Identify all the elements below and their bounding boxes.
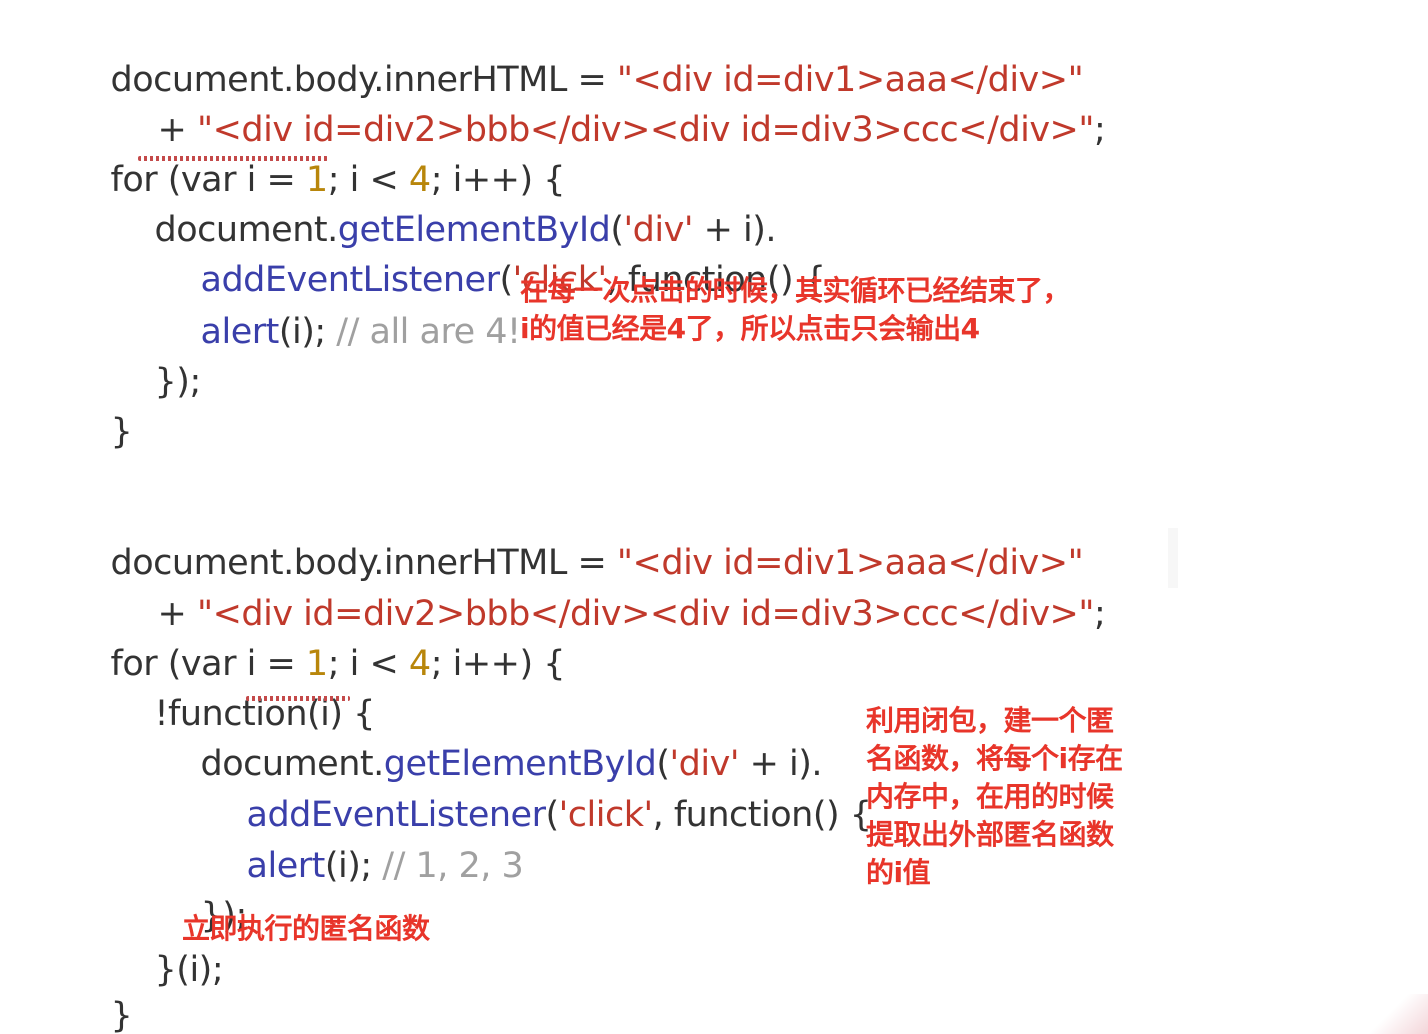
code-text: ; i++) {: [430, 644, 566, 684]
code-line: alert(i); // 1, 2, 3: [204, 800, 524, 886]
code-line: addEventListener('click', function() {: [204, 749, 873, 835]
annotation-line: 立即执行的匿名函数: [182, 912, 430, 945]
code-function: alert: [246, 846, 326, 886]
code-line: + "<div id=div2>bbb</div><div id=div3>cc…: [115, 64, 1106, 150]
code-line: });: [158, 850, 248, 936]
annotation-line: 内存中，在用的时候: [866, 780, 1114, 813]
code-text: (i);: [278, 312, 337, 352]
code-screenshot: document.body.innerHTML = "<div id=div1>…: [0, 0, 1428, 1034]
code-line: addEventListener('click', function() {: [158, 214, 827, 300]
code-line: document.body.innerHTML = "<div id=div1>…: [68, 14, 1084, 100]
code-comment: // all are 4!: [336, 312, 521, 352]
code-line: alert(i); // all are 4!: [158, 266, 522, 352]
annotation-line: 在每一次点击的时候，其实循环已经结束了，: [520, 274, 1071, 307]
code-line: !function(i) {: [112, 648, 376, 734]
code-text: (i);: [324, 846, 383, 886]
background-smudge: [1168, 528, 1178, 588]
code-line: + "<div id=div2>bbb</div><div id=div3>cc…: [115, 548, 1106, 634]
code-line: document.body.innerHTML = "<div id=div1>…: [68, 497, 1084, 583]
annotation-line: 利用闭包，建一个匿: [866, 704, 1114, 737]
code-line: }: [68, 366, 133, 452]
code-comment: // 1, 2, 3: [382, 846, 524, 886]
code-line: document.getElementById('div' + i).: [112, 164, 777, 250]
annotation-line: 名函数，将每个i存在: [866, 742, 1123, 775]
code-string: 'click': [558, 795, 653, 835]
code-function: alert: [200, 312, 280, 352]
annotation-note: 利用闭包，建一个匿 名函数，将每个i存在 内存中，在用的时候 提取出外部匿名函数…: [866, 702, 1123, 892]
underline-squiggle: [138, 156, 328, 161]
code-text: }: [110, 996, 133, 1034]
code-number: 4: [408, 644, 431, 684]
annotation-line: 的i值: [866, 856, 931, 889]
code-text: (: [545, 795, 559, 835]
corner-edge: [1368, 994, 1428, 1034]
code-line: });: [112, 316, 202, 402]
code-line: document.getElementById('div' + i).: [158, 698, 823, 784]
code-text: ;: [1093, 594, 1106, 634]
code-text: ;: [1093, 110, 1106, 150]
code-text: }: [110, 412, 133, 452]
code-line: for (var i = 1; i < 4; i++) {: [68, 598, 566, 684]
annotation-note-inline: 立即执行的匿名函数: [182, 910, 430, 948]
annotation-line: 提取出外部匿名函数: [866, 818, 1114, 851]
annotation-note: 在每一次点击的时候，其实循环已经结束了， i的值已经是4了，所以点击只会输出4: [520, 272, 1071, 348]
code-text: });: [154, 362, 202, 402]
annotation-line: i的值已经是4了，所以点击只会输出4: [520, 312, 980, 345]
code-text: }(i);: [154, 950, 224, 990]
code-text: , function() {: [652, 795, 872, 835]
code-line: for (var i = 1; i < 4; i++) {: [68, 114, 566, 200]
code-line: }: [68, 950, 133, 1034]
